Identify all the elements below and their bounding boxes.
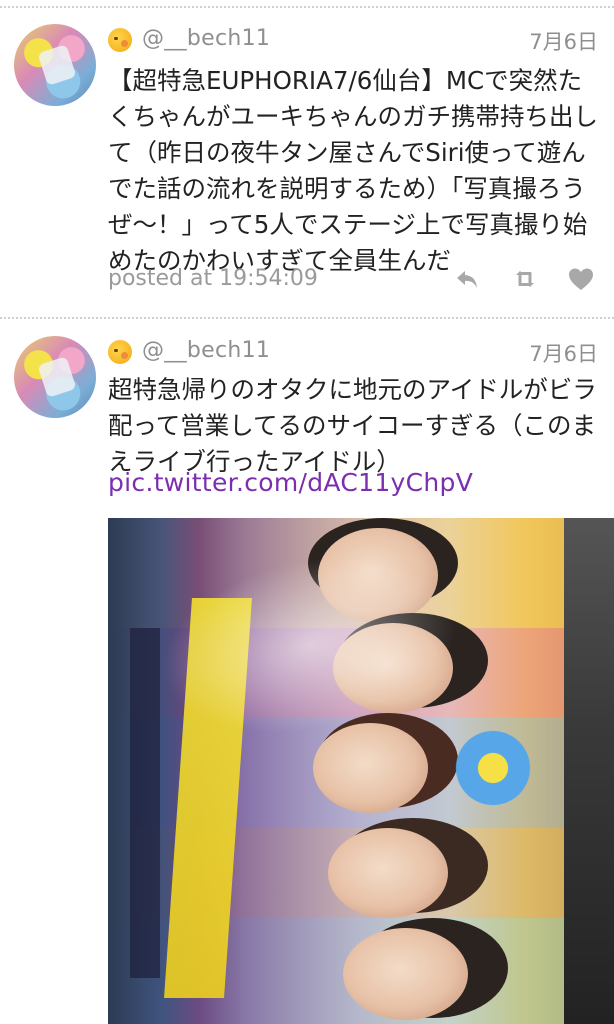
tweet-text: 【超特急EUPHORIA7/6仙台】MCで突然たくちゃんがユーキちゃんのガチ携帯… xyxy=(108,66,598,275)
tweet-actions xyxy=(450,264,600,298)
photo-background xyxy=(564,518,614,1024)
retweet-icon[interactable] xyxy=(510,264,540,294)
tweet-header: @__bech11 7月6日 xyxy=(108,336,598,368)
reply-icon[interactable] xyxy=(452,264,482,294)
user-handle[interactable]: @__bech11 xyxy=(142,26,270,51)
tweet-text: 超特急帰りのオタクに地元のアイドルがビラ配って営業してるのサイコーすぎる（このま… xyxy=(108,375,597,476)
avatar[interactable] xyxy=(14,336,96,418)
tweet-divider xyxy=(0,317,614,319)
tweet-date[interactable]: 7月6日 xyxy=(529,26,598,56)
avatar[interactable] xyxy=(14,24,96,106)
media-link[interactable]: pic.twitter.com/dAC11yChpV xyxy=(108,468,473,497)
posted-at: posted at 19:54:09 xyxy=(108,266,318,291)
photo-person xyxy=(328,828,448,918)
photo-vertical-band xyxy=(130,628,160,978)
tweet-date[interactable]: 7月6日 xyxy=(529,338,598,368)
photo-person xyxy=(343,928,468,1020)
smiling-face-emoji-icon xyxy=(108,28,132,52)
photo-person xyxy=(313,723,428,813)
top-divider xyxy=(0,6,614,8)
user-handle[interactable]: @__bech11 xyxy=(142,338,270,363)
smiling-face-emoji-icon xyxy=(108,340,132,364)
favorite-icon[interactable] xyxy=(566,264,596,294)
tweet-header: @__bech11 7月6日 xyxy=(108,24,598,56)
